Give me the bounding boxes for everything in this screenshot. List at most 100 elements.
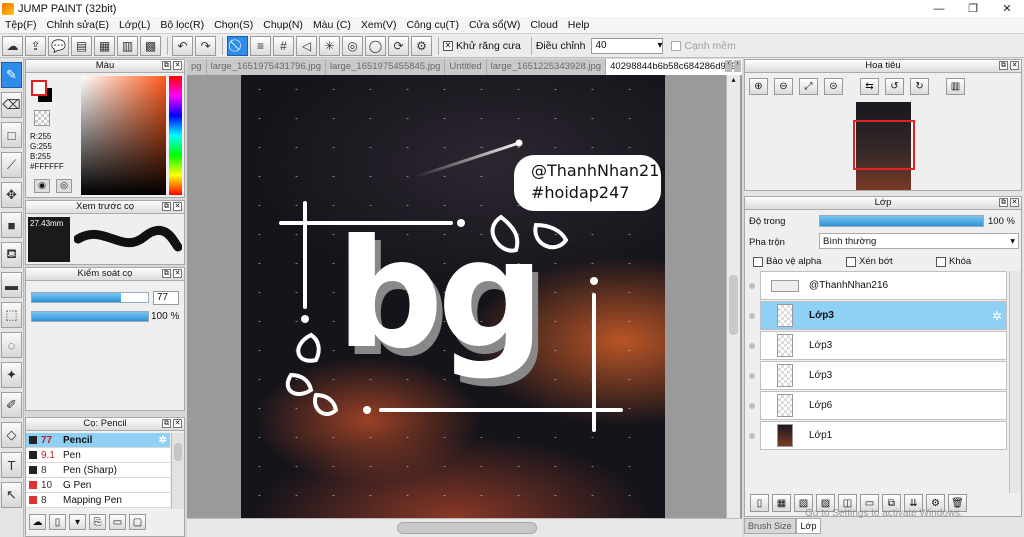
rotate-right-icon[interactable]: ↻ [910, 78, 929, 95]
page-grid-icon[interactable]: ▩ [140, 35, 161, 56]
line-tool-icon[interactable]: ⟋ [1, 152, 22, 178]
flip-horizontal-icon[interactable]: ⇆ [860, 78, 879, 95]
fill-rect-tool-icon[interactable]: ■ [1, 212, 22, 238]
navigator-extra-icon[interactable]: ▥ [946, 78, 965, 95]
brush-item-pencil[interactable]: 77 Pencil ✲ [26, 433, 170, 448]
soft-edge-toggle[interactable]: Cạnh mềm [671, 40, 736, 52]
float-icon[interactable]: ⧉ [162, 202, 171, 211]
chevron-down-icon[interactable]: ▾ [657, 40, 662, 51]
canvas-artwork[interactable]: @ThanhNhan216 #hoidap247 bg [241, 75, 665, 518]
brush-list-scrollbar[interactable] [171, 433, 184, 509]
menu-file[interactable]: Tệp(F) [0, 19, 42, 31]
blend-mode-select[interactable]: Bình thường ▾ [819, 233, 1019, 249]
float-icon[interactable]: ⧉ [999, 61, 1008, 70]
visibility-icon[interactable] [749, 372, 755, 379]
tab-scroll-right-icon[interactable]: › [734, 60, 741, 72]
rectangle-tool-icon[interactable]: □ [1, 122, 22, 148]
gear-icon[interactable]: ✲ [159, 435, 167, 446]
menu-layer[interactable]: Lớp(L) [114, 19, 155, 31]
lock-toggle[interactable]: Khóa [936, 256, 971, 267]
protect-alpha-checkbox[interactable] [753, 256, 763, 267]
text-tool-icon[interactable]: T [1, 452, 22, 478]
float-icon[interactable]: ⧉ [162, 419, 171, 428]
close-icon[interactable]: ✕ [173, 202, 182, 211]
float-icon[interactable]: ⧉ [999, 198, 1008, 207]
gradient-tool-icon[interactable]: ▬ [1, 272, 22, 298]
tab-document[interactable]: large_1651225343928.jpg [487, 59, 607, 75]
select-pen-tool-icon[interactable]: ✐ [1, 392, 22, 418]
zoom-actual-icon[interactable]: ⊝ [824, 78, 843, 95]
move-tool-icon[interactable]: ✥ [1, 182, 22, 208]
hue-slider[interactable] [169, 76, 182, 195]
menu-edit[interactable]: Chỉnh sửa(E) [42, 19, 114, 31]
visibility-icon[interactable] [749, 312, 755, 319]
scroll-thumb[interactable] [397, 522, 537, 534]
tab-document[interactable]: pg [187, 59, 207, 75]
menu-window[interactable]: Cửa sổ(W) [464, 19, 525, 31]
color-mixer-icon[interactable]: ◉ [34, 179, 50, 193]
new-layer-icon[interactable]: ▯ [750, 494, 769, 512]
delete-brush-icon[interactable]: ▢ [129, 514, 146, 530]
lasso-tool-icon[interactable]: ◌ [1, 332, 22, 358]
canvas-vertical-scrollbar[interactable]: ▴ [726, 75, 740, 518]
protect-alpha-toggle[interactable]: Bảo vệ alpha [753, 256, 846, 267]
layer-row-thanhnhan216[interactable]: @ThanhNhan216 [749, 271, 1007, 300]
undo-icon[interactable]: ↶ [172, 35, 193, 56]
tab-scroll-left-icon[interactable]: ‹ [725, 60, 732, 72]
select-eraser-tool-icon[interactable]: ◇ [1, 422, 22, 448]
menu-select[interactable]: Chọn(S) [209, 19, 258, 31]
size-slider[interactable] [31, 292, 149, 303]
menu-view[interactable]: Xem(V) [356, 19, 402, 31]
chevron-down-icon[interactable]: ▾ [1010, 236, 1015, 247]
page-list-icon[interactable]: ▥ [117, 35, 138, 56]
magic-wand-tool-icon[interactable]: ✦ [1, 362, 22, 388]
snap-perspective-icon[interactable]: ◁ [296, 35, 317, 56]
scroll-thumb[interactable] [729, 275, 738, 335]
zoom-out-icon[interactable]: ⊖ [774, 78, 793, 95]
menu-filter[interactable]: Bộ lọc(R) [155, 19, 209, 31]
antialias-toggle[interactable]: ✕ Khử răng cưa [443, 40, 521, 52]
navigator-viewport[interactable] [853, 120, 915, 170]
close-icon[interactable]: ✕ [1010, 198, 1019, 207]
primary-color-swatch[interactable] [31, 80, 47, 96]
operation-tool-icon[interactable]: ↖ [1, 482, 22, 508]
menu-tools[interactable]: Công cụ(T) [401, 19, 464, 31]
cloud-icon[interactable]: ☁ [2, 35, 23, 56]
snap-off-icon[interactable]: ⃠ [227, 35, 248, 56]
size-value-box[interactable]: 77 [153, 291, 179, 305]
clip-toggle[interactable]: Xén bớt [846, 256, 936, 267]
bucket-tool-icon[interactable]: ⛾ [1, 242, 22, 268]
comment-icon[interactable]: 💬 [48, 35, 69, 56]
maximize-button[interactable]: ❐ [956, 0, 990, 17]
fit-screen-icon[interactable]: ⤢ [799, 78, 818, 95]
minimize-button[interactable]: — [922, 0, 956, 17]
transparent-swatch[interactable] [34, 110, 50, 126]
tab-document[interactable]: large_1651975455845.jpg [326, 59, 446, 75]
close-icon[interactable]: ✕ [1010, 61, 1019, 70]
layer-opacity-slider[interactable] [819, 215, 984, 227]
new-halftone-layer-icon[interactable]: ▦ [772, 494, 791, 512]
scroll-thumb[interactable] [174, 443, 182, 461]
close-icon[interactable]: ✕ [173, 419, 182, 428]
menu-capture[interactable]: Chụp(N) [258, 19, 308, 31]
float-icon[interactable]: ⧉ [162, 61, 171, 70]
tab-document[interactable]: large_1651975431796.jpg [207, 59, 326, 75]
gear-icon[interactable]: ✲ [992, 309, 1002, 323]
soft-edge-checkbox[interactable] [671, 40, 682, 51]
layer-row-lop3[interactable]: Lớp3 [749, 331, 1007, 360]
brush-tool-icon[interactable]: ✎ [1, 62, 22, 88]
rotate-left-icon[interactable]: ↺ [885, 78, 904, 95]
export-icon[interactable]: ⇪ [25, 35, 46, 56]
tab-brush-size[interactable]: Brush Size [744, 518, 796, 534]
brush-menu-icon[interactable]: ▾ [69, 514, 86, 530]
layer-row-lop6[interactable]: Lớp6 [749, 391, 1007, 420]
note-icon[interactable]: ▤ [71, 35, 92, 56]
new-brush-icon[interactable]: ▯ [49, 514, 66, 530]
cloud-download-icon[interactable]: ☁ [29, 514, 46, 530]
scroll-up-icon[interactable]: ▴ [727, 75, 740, 87]
select-rect-tool-icon[interactable]: ⬚ [1, 302, 22, 328]
layer-row-lop3[interactable]: Lớp3 [749, 361, 1007, 390]
menu-help[interactable]: Help [563, 19, 595, 31]
adjust-input[interactable]: 40 ▾ [591, 37, 664, 54]
snap-curve-icon[interactable]: ⟳ [388, 35, 409, 56]
